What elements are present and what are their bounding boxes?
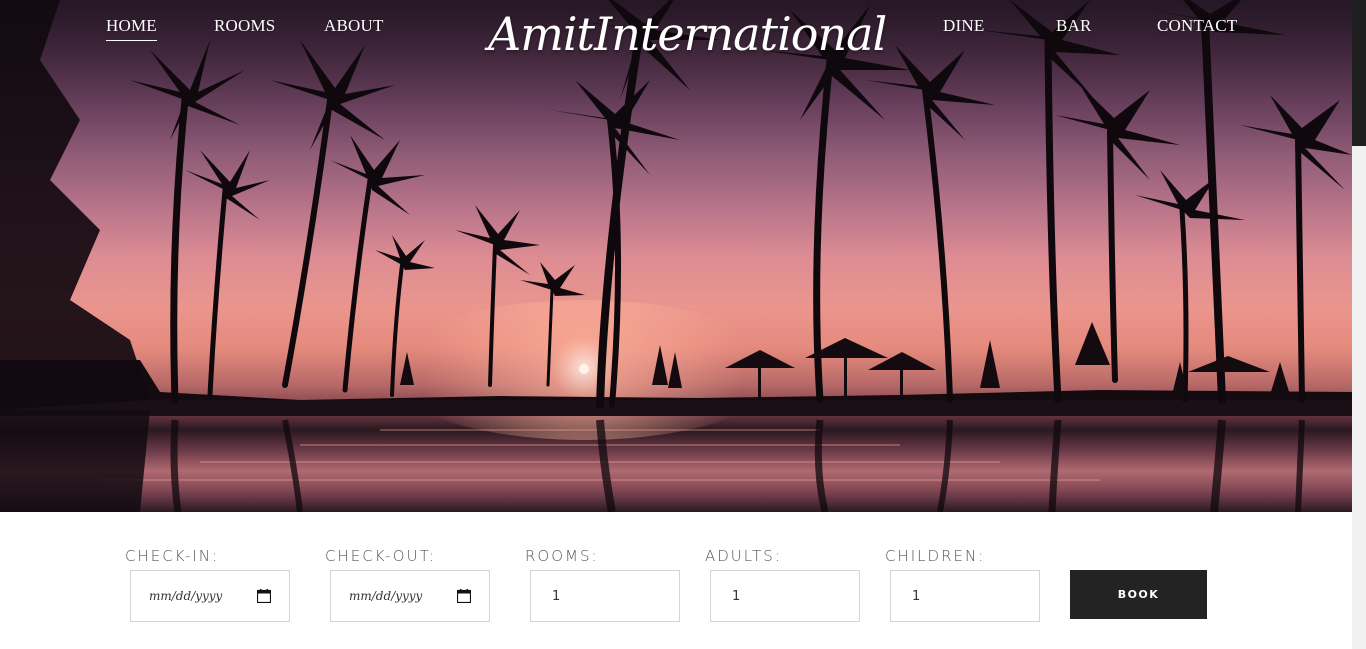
checkin-placeholder: mm/dd/yyyy	[149, 589, 223, 603]
book-button[interactable]: BOOK	[1070, 570, 1207, 619]
checkout-date-input[interactable]: mm/dd/yyyy	[330, 570, 490, 622]
booking-form: CHECK-IN: mm/dd/yyyy CHECK-OUT: mm/dd/yy…	[0, 512, 1352, 649]
scrollbar-thumb[interactable]	[1352, 0, 1366, 146]
adults-input[interactable]: 1	[710, 570, 860, 622]
nav-rooms-link[interactable]: ROOMS	[214, 16, 275, 36]
nav-contact-link[interactable]: CONTACT	[1157, 16, 1237, 36]
rooms-input[interactable]: 1	[530, 570, 680, 622]
calendar-icon[interactable]	[457, 589, 471, 603]
hero-banner: HOME ROOMS ABOUT AmitInternational DINE …	[0, 0, 1352, 512]
checkin-date-input[interactable]: mm/dd/yyyy	[130, 570, 290, 622]
sunset-palm-pool-image	[0, 0, 1352, 512]
checkin-label: CHECK-IN:	[125, 547, 220, 565]
nav-bar-link[interactable]: BAR	[1056, 16, 1092, 36]
nav-dine-link[interactable]: DINE	[943, 16, 984, 36]
checkout-placeholder: mm/dd/yyyy	[349, 589, 423, 603]
calendar-icon[interactable]	[257, 589, 271, 603]
nav-home-link[interactable]: HOME	[106, 16, 157, 41]
children-label: CHILDREN:	[885, 547, 986, 565]
brand-logo[interactable]: AmitInternational	[488, 2, 887, 66]
adults-label: ADULTS:	[705, 547, 782, 565]
nav-about-link[interactable]: ABOUT	[324, 16, 384, 36]
rooms-label: ROOMS:	[525, 547, 599, 565]
children-input[interactable]: 1	[890, 570, 1040, 622]
checkout-label: CHECK-OUT:	[325, 547, 437, 565]
